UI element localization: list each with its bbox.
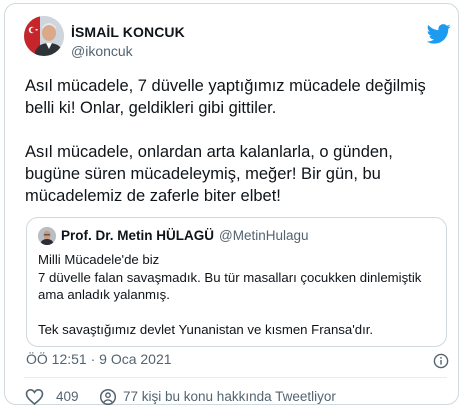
quote-author-name[interactable]: Prof. Dr. Metin HÜLAGÜ (61, 228, 214, 243)
quote-author-handle[interactable]: @MetinHulagu (219, 228, 309, 243)
author-name[interactable]: İSMAİL KONCUK (71, 24, 185, 40)
divider (24, 377, 447, 378)
quote-text: Milli Mücadele'de biz 7 düvelle falan sa… (38, 252, 422, 337)
author-avatar[interactable] (24, 16, 64, 56)
info-icon[interactable] (433, 353, 449, 369)
twitter-bird-icon[interactable] (426, 24, 451, 44)
tweet-timestamp[interactable]: ÖÖ 12:51 · 9 Oca 2021 (26, 351, 172, 367)
quoted-tweet[interactable]: Prof. Dr. Metin HÜLAGÜ @MetinHulagu Mill… (26, 217, 447, 347)
tweet-card: İSMAİL KONCUK @ikoncuk Asıl mücadele, 7 … (4, 3, 459, 406)
quote-author-avatar[interactable] (38, 227, 56, 245)
heart-icon[interactable] (25, 388, 44, 406)
people-icon[interactable] (99, 388, 117, 406)
author-handle[interactable]: @ikoncuk (71, 43, 133, 59)
tweet-text: Asıl mücadele, 7 düvelle yaptığımız müca… (25, 77, 426, 205)
like-count[interactable]: 409 (56, 389, 79, 404)
conversation-link[interactable]: 77 kişi bu konu hakkında Tweetliyor (123, 389, 336, 404)
